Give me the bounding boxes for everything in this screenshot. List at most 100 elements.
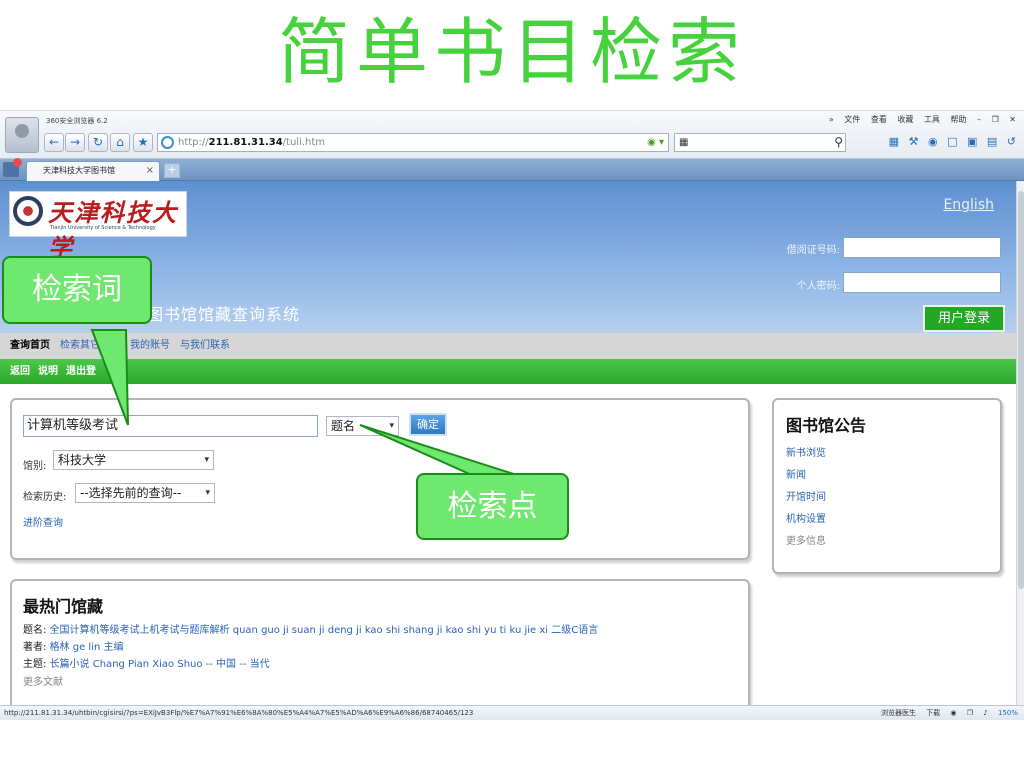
menu-favorites[interactable]: 收藏	[897, 115, 913, 124]
address-bar[interactable]: http://211.81.31.34/tuli.htm ◉ ▾	[157, 133, 669, 152]
nav-help[interactable]: 说明	[38, 366, 58, 377]
forward-arrow-icon[interactable]: →	[65, 133, 85, 152]
web-search-input[interactable]: ▦ ⚲	[674, 133, 846, 152]
nav-my-account[interactable]: 我的账号	[130, 340, 170, 351]
popular-title: 最热门馆藏	[23, 597, 104, 616]
tab-title: 天津科技大学图书馆	[43, 166, 115, 175]
save-icon[interactable]: □	[947, 135, 957, 148]
nav-search-other[interactable]: 检索其它	[60, 340, 100, 351]
status-tools: 浏览器医生 下载 ◉ ❐ ♪ 150%	[873, 706, 1018, 720]
translate-icon[interactable]: ▤	[987, 135, 997, 148]
row-label: 主题:	[23, 659, 47, 670]
menu-help[interactable]: 帮助	[950, 115, 966, 124]
library-page: 天津科技大学 Tianjin University of Science & T…	[0, 181, 1016, 705]
close-window-icon[interactable]: ✕	[1009, 115, 1016, 124]
login-button[interactable]: 用户登录	[923, 305, 1005, 332]
menu-expand-icon[interactable]: »	[829, 115, 834, 124]
url-path: /tuli.htm	[282, 137, 326, 148]
status-bar: http://211.81.31.34/uhtbin/cgisirsi/?ps=…	[0, 705, 1024, 720]
sidebar-toggle-icon[interactable]	[3, 158, 22, 177]
browser-name: 360安全浏览器 6.2	[46, 117, 108, 125]
url-scheme: http://	[178, 137, 209, 148]
nav-logout[interactable]: 退出登	[66, 366, 96, 377]
popular-subject-row: 主题: 长篇小说 Chang Pian Xiao Shuo -- 中国 -- 当…	[23, 655, 270, 670]
notice-organization[interactable]: 机构设置	[786, 510, 826, 525]
zoom-level[interactable]: 150%	[998, 709, 1018, 717]
window-icon[interactable]: ❐	[967, 709, 973, 717]
tab-bar: 天津科技大学图书馆 × +	[0, 158, 1024, 181]
advanced-search-link[interactable]: 进阶查询	[23, 514, 63, 529]
back-arrow-icon[interactable]: ←	[44, 133, 64, 152]
minimize-icon[interactable]: –	[977, 115, 981, 124]
user-avatar-icon[interactable]	[5, 117, 39, 153]
library-select[interactable]: 科技大学	[53, 450, 214, 470]
wrench-icon[interactable]: ⚒	[909, 135, 919, 148]
secondary-nav: 返回 说明 退出登	[0, 359, 1016, 384]
star-icon[interactable]: ★	[133, 133, 153, 152]
system-title: 图书馆馆藏查询系统	[147, 305, 301, 324]
ie-icon[interactable]: ◉	[950, 709, 956, 717]
university-logo[interactable]: 天津科技大学 Tianjin University of Science & T…	[9, 191, 187, 262]
new-tab-icon[interactable]: +	[164, 163, 180, 178]
apps-icon[interactable]: ▦	[889, 135, 899, 148]
history-label: 检索历史:	[23, 492, 67, 503]
tab-close-icon[interactable]: ×	[146, 162, 154, 180]
notice-news[interactable]: 新闻	[786, 466, 806, 481]
nav-library[interactable]: 馆	[110, 340, 120, 351]
university-seal-icon	[13, 196, 43, 226]
home-icon[interactable]: ⌂	[110, 133, 130, 152]
scrollbar-thumb[interactable]	[1018, 191, 1024, 589]
search-panel: 计算机等级考试 题名 确定 馆别: 科技大学 检索历史: --选择先前的查询--…	[10, 398, 750, 560]
browser-window: 360安全浏览器 6.2 ← → ↻ ⌂ ★ http://211.81.31.…	[0, 110, 1024, 720]
sync-icon[interactable]: ↺	[1007, 135, 1016, 148]
search-field-select[interactable]: 题名	[326, 416, 399, 436]
popular-title-row: 题名: 全国计算机等级考试上机考试与题库解析 quan guo ji suan …	[23, 621, 598, 636]
search-submit-button[interactable]: 确定	[409, 413, 447, 436]
url-host: 211.81.31.34	[208, 137, 283, 148]
shield-icon[interactable]: ◉	[928, 135, 938, 148]
search-query-input[interactable]: 计算机等级考试	[23, 415, 318, 437]
site-security-icon	[161, 136, 174, 149]
download-button[interactable]: 下载	[926, 709, 940, 717]
browser-extensions: ▦ ⚒ ◉ □ ▣ ▤ ↺	[883, 135, 1016, 148]
browser-doctor[interactable]: 浏览器医生	[881, 709, 916, 717]
popular-more[interactable]: 更多文献	[23, 673, 63, 688]
restore-icon[interactable]: ❐	[992, 115, 999, 124]
password-input[interactable]	[843, 272, 1001, 293]
card-number-input[interactable]	[843, 237, 1001, 258]
menu-tools[interactable]: 工具	[924, 115, 940, 124]
refresh-icon[interactable]: ↻	[88, 133, 108, 152]
notice-more[interactable]: 更多信息	[786, 532, 826, 547]
popular-author-row: 著者: 格林 ge lin 主编	[23, 638, 124, 653]
menu-file[interactable]: 文件	[844, 115, 860, 124]
site-header: 天津科技大学 Tianjin University of Science & T…	[0, 181, 1016, 333]
nav-back[interactable]: 返回	[10, 366, 30, 377]
notice-title: 图书馆公告	[786, 416, 867, 435]
primary-nav: 查询首页 检索其它馆我的账号 与我们联系	[0, 333, 1016, 359]
tab-library[interactable]: 天津科技大学图书馆 ×	[26, 161, 160, 181]
keyword-callout: 检索词	[2, 256, 152, 324]
compat-mode-icon[interactable]: ◉ ▾	[647, 134, 664, 151]
nav-search-home[interactable]: 查询首页	[10, 340, 50, 351]
logo-english: Tianjin University of Science & Technolo…	[50, 225, 156, 231]
history-select[interactable]: --选择先前的查询--	[75, 483, 215, 503]
status-url: http://211.81.31.34/uhtbin/cgisirsi/?ps=…	[4, 709, 474, 717]
nav-contact[interactable]: 与我们联系	[180, 340, 230, 351]
row-value[interactable]: 长篇小说 Chang Pian Xiao Shuo -- 中国 -- 当代	[50, 659, 270, 670]
notice-new-books[interactable]: 新书浏览	[786, 444, 826, 459]
volume-icon[interactable]: ♪	[983, 709, 987, 717]
english-link[interactable]: English	[943, 197, 994, 213]
row-label: 著者:	[23, 642, 47, 653]
search-icon[interactable]: ⚲	[834, 134, 843, 151]
notice-panel: 图书馆公告 新书浏览 新闻 开馆时间 机构设置 更多信息	[772, 398, 1002, 574]
search-engine-icon[interactable]: ▦	[679, 137, 688, 148]
screenshot-icon[interactable]: ▣	[967, 135, 977, 148]
notice-opening-hours[interactable]: 开馆时间	[786, 488, 826, 503]
browser-menu: » 文件 查看 收藏 工具 帮助 – ❐ ✕	[821, 114, 1016, 125]
row-value[interactable]: 全国计算机等级考试上机考试与题库解析 quan guo ji suan ji d…	[50, 625, 599, 636]
row-value[interactable]: 格林 ge lin 主编	[50, 642, 124, 653]
library-label: 馆别:	[23, 461, 47, 472]
browser-toolbar: 360安全浏览器 6.2 ← → ↻ ⌂ ★ http://211.81.31.…	[0, 111, 1024, 159]
page-scrollbar[interactable]	[1016, 181, 1024, 705]
menu-view[interactable]: 查看	[871, 115, 887, 124]
